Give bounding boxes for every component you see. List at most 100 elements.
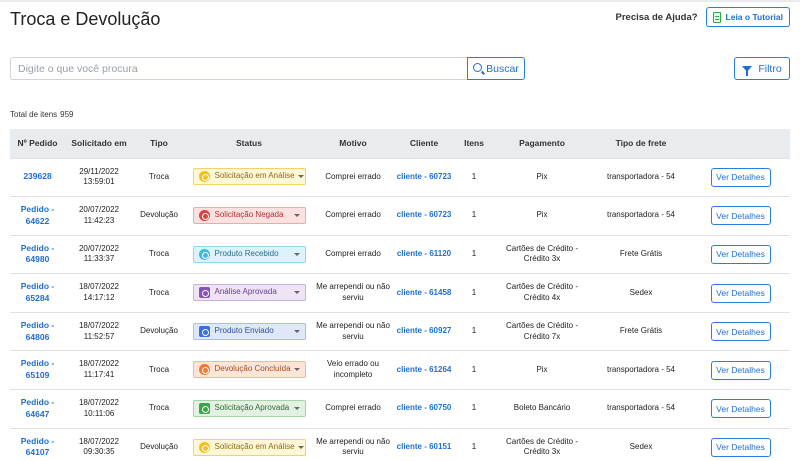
requested-date: 18/07/2022 bbox=[78, 359, 120, 369]
details-button[interactable]: Ver Detalhes bbox=[710, 399, 771, 419]
cliente-cell: cliente - 61458 bbox=[393, 273, 455, 313]
details-button[interactable]: Ver Detalhes bbox=[710, 244, 771, 264]
status-icon bbox=[198, 248, 210, 260]
status-icon bbox=[198, 171, 210, 183]
itens-cell: 1 bbox=[455, 273, 493, 313]
requested-at-cell: 18/07/2022 09:30:35 bbox=[65, 428, 133, 461]
details-button[interactable]: Ver Detalhes bbox=[710, 322, 771, 342]
column-header-pedido[interactable]: Nº Pedido bbox=[10, 129, 65, 159]
motivo-cell: Veio errado ou incompleto bbox=[313, 350, 393, 391]
itens-cell: 1 bbox=[455, 235, 493, 275]
details-button[interactable]: Ver Detalhes bbox=[710, 360, 771, 380]
requested-date: 20/07/2022 bbox=[78, 243, 120, 253]
column-header-motivo[interactable]: Motivo bbox=[313, 129, 393, 159]
column-header-tipo[interactable]: Tipo bbox=[133, 129, 185, 159]
cliente-link[interactable]: cliente - 61458 bbox=[397, 288, 452, 297]
search-input[interactable] bbox=[10, 57, 467, 80]
pedido-link[interactable]: Pedido - 64806 bbox=[21, 320, 55, 342]
status-icon bbox=[198, 209, 210, 221]
status-cell: Produto Recebido bbox=[185, 235, 313, 275]
requested-time: 09:30:35 bbox=[83, 447, 115, 457]
pedido-cell: Pedido - 64806 bbox=[10, 312, 65, 352]
frete-cell: transportadora - 54 bbox=[591, 196, 691, 236]
status-icon bbox=[198, 364, 210, 376]
status-dropdown[interactable]: Solicitação Aprovada bbox=[192, 399, 306, 417]
cliente-cell: cliente - 60723 bbox=[393, 158, 455, 198]
help-area: Precisa de Ajuda? Leia o Tutorial bbox=[616, 7, 790, 27]
column-header-itens[interactable]: Itens bbox=[455, 129, 493, 159]
actions-cell: Ver Detalhes bbox=[691, 428, 790, 461]
pedido-link[interactable]: Pedido - 65109 bbox=[21, 358, 55, 380]
status-icon bbox=[198, 441, 210, 453]
status-icon bbox=[198, 402, 210, 414]
requested-time: 13:59:01 bbox=[83, 177, 115, 187]
column-header-pagamento[interactable]: Pagamento bbox=[493, 129, 591, 159]
cliente-link[interactable]: cliente - 60723 bbox=[397, 172, 452, 181]
pedido-cell: 239628 bbox=[10, 158, 65, 198]
status-dropdown[interactable]: Análise Aprovada bbox=[192, 284, 306, 302]
tipo-cell: Devolução bbox=[133, 196, 185, 236]
motivo-cell: Comprei errado bbox=[313, 196, 393, 236]
table-row: 239628 29/11/2022 13:59:01 Troca Solicita… bbox=[10, 158, 790, 198]
status-dropdown[interactable]: Solicitação em Análise bbox=[192, 438, 306, 456]
column-header-status[interactable]: Status bbox=[185, 129, 313, 159]
cliente-link[interactable]: cliente - 60151 bbox=[397, 442, 452, 451]
tutorial-button[interactable]: Leia o Tutorial bbox=[705, 7, 790, 27]
pedido-link[interactable]: Pedido - 64622 bbox=[21, 204, 55, 226]
cliente-link[interactable]: cliente - 61264 bbox=[397, 365, 452, 374]
cliente-link[interactable]: cliente - 60723 bbox=[397, 210, 452, 219]
status-dropdown[interactable]: Produto Recebido bbox=[192, 245, 306, 263]
tipo-cell: Troca bbox=[133, 158, 185, 198]
cliente-link[interactable]: cliente - 60927 bbox=[397, 326, 452, 335]
filter-button[interactable]: Filtro bbox=[734, 57, 790, 80]
status-dropdown[interactable]: Devolução Concluída bbox=[192, 361, 306, 379]
motivo-cell: Comprei errado bbox=[313, 389, 393, 429]
filter-icon bbox=[742, 65, 753, 76]
search-bar: Buscar bbox=[10, 57, 525, 80]
pedido-cell: Pedido - 64107 bbox=[10, 428, 65, 461]
itens-cell: 1 bbox=[455, 350, 493, 391]
cliente-cell: cliente - 60151 bbox=[393, 428, 455, 461]
search-button-label: Buscar bbox=[486, 62, 519, 75]
requested-at-cell: 18/07/2022 10:11:06 bbox=[65, 389, 133, 429]
frete-cell: transportadora - 54 bbox=[591, 158, 691, 198]
column-header-cliente[interactable]: Cliente bbox=[393, 129, 455, 159]
status-dropdown[interactable]: Solicitação em Análise bbox=[192, 168, 306, 186]
status-dropdown[interactable]: Solicitação Negada bbox=[192, 206, 306, 224]
cliente-link[interactable]: cliente - 60750 bbox=[397, 403, 452, 412]
actions-cell: Ver Detalhes bbox=[691, 389, 790, 429]
column-header-solicitado[interactable]: Solicitado em bbox=[65, 129, 133, 159]
pedido-link[interactable]: Pedido - 64980 bbox=[21, 243, 55, 265]
status-label: Solicitação em Análise bbox=[214, 171, 295, 181]
chevron-down-icon bbox=[293, 252, 300, 256]
actions-cell: Ver Detalhes bbox=[691, 196, 790, 236]
requested-time: 11:17:41 bbox=[83, 370, 115, 380]
itens-cell: 1 bbox=[455, 196, 493, 236]
frete-cell: Sedex bbox=[591, 273, 691, 313]
table-row: Pedido - 64647 18/07/2022 10:11:06 Troca … bbox=[10, 389, 790, 429]
status-icon bbox=[198, 287, 210, 299]
column-header-frete[interactable]: Tipo de frete bbox=[591, 129, 691, 159]
pedido-link[interactable]: Pedido - 64647 bbox=[21, 397, 55, 419]
chevron-down-icon bbox=[293, 368, 300, 372]
details-button[interactable]: Ver Detalhes bbox=[710, 283, 771, 303]
table-body: 239628 29/11/2022 13:59:01 Troca Solicita… bbox=[10, 158, 790, 461]
column-header-actions bbox=[691, 129, 790, 159]
status-cell: Solicitação Negada bbox=[185, 196, 313, 236]
pedido-cell: Pedido - 64980 bbox=[10, 235, 65, 275]
chevron-down-icon bbox=[297, 175, 304, 179]
cliente-link[interactable]: cliente - 61120 bbox=[397, 249, 451, 258]
details-button[interactable]: Ver Detalhes bbox=[710, 437, 771, 457]
actions-cell: Ver Detalhes bbox=[691, 273, 790, 313]
pagamento-cell: Cartões de Crédito - Crédito 7x bbox=[493, 312, 591, 352]
frete-cell: transportadora - 54 bbox=[591, 389, 691, 429]
search-button[interactable]: Buscar bbox=[467, 57, 525, 80]
tipo-cell: Troca bbox=[133, 350, 185, 391]
pedido-link[interactable]: 239628 bbox=[23, 171, 51, 181]
details-button[interactable]: Ver Detalhes bbox=[710, 206, 771, 226]
status-dropdown[interactable]: Produto Enviado bbox=[192, 322, 306, 340]
pedido-link[interactable]: Pedido - 65284 bbox=[21, 281, 55, 303]
status-label: Solicitação Aprovada bbox=[214, 403, 290, 413]
details-button[interactable]: Ver Detalhes bbox=[710, 167, 771, 187]
pedido-link[interactable]: Pedido - 64107 bbox=[21, 436, 55, 458]
